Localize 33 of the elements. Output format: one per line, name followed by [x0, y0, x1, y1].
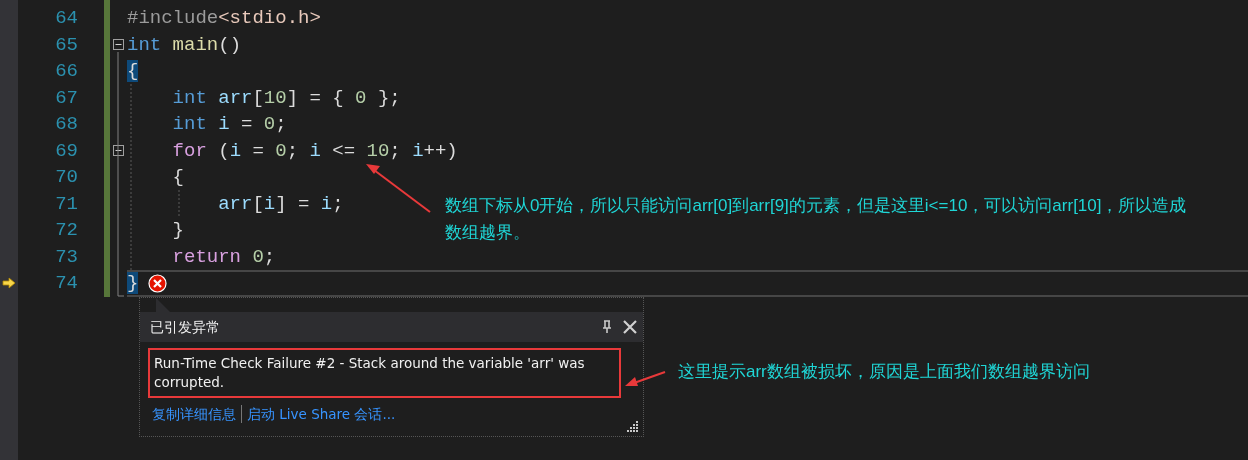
popup-link[interactable]: 复制详细信息: [152, 404, 236, 425]
annotation-text: 这里提示arr数组被损坏，原因是上面我们数组越界访问: [678, 361, 1091, 383]
popup-title: 已引发异常: [150, 317, 221, 337]
code-line: return 0;: [171, 245, 276, 268]
line-number: 67: [54, 85, 78, 111]
code-line: int i = 0;: [171, 113, 287, 136]
line-number: 71: [54, 191, 78, 217]
code-line: int main(): [127, 33, 242, 56]
line-number: 65: [54, 32, 78, 58]
line-number: 73: [54, 244, 78, 270]
line-number: 66: [54, 59, 78, 84]
line-number: 68: [54, 112, 78, 137]
code-line: {: [171, 166, 184, 189]
collapse-icon[interactable]: [113, 145, 124, 157]
collapse-icon[interactable]: [113, 39, 124, 51]
line-number: 70: [54, 165, 78, 190]
code-line: for (i = 0; i <= 10; i++): [171, 139, 458, 162]
arrow: [625, 371, 666, 386]
arrow: [366, 164, 431, 213]
close-icon[interactable]: [623, 320, 637, 334]
code-line: #include<stdio.h>: [127, 7, 321, 30]
popup-link[interactable]: 启动 Live Share 会话...: [247, 404, 396, 425]
code-line: arr[i] = i;: [217, 192, 344, 215]
line-number: 64: [54, 6, 78, 31]
resize-grip-icon[interactable]: [627, 420, 639, 432]
line-number: 72: [54, 218, 78, 243]
code-line: int arr[10] = { 0 };: [171, 86, 401, 109]
line-number: 69: [54, 138, 78, 164]
line-number: 74: [54, 271, 78, 296]
code-line: }: [171, 219, 184, 242]
annotation-text: 数组下标从0开始，所以只能访问arr[0]到arr[9]的元素，但是这里i<=10，可以访问arr[10]，所以造成数组越界。: [445, 195, 1188, 244]
error-message: Run-Time Check Failure #2 - Stack around the variable 'arr' was corrupted.: [148, 348, 621, 398]
pin-icon[interactable]: [601, 320, 613, 334]
